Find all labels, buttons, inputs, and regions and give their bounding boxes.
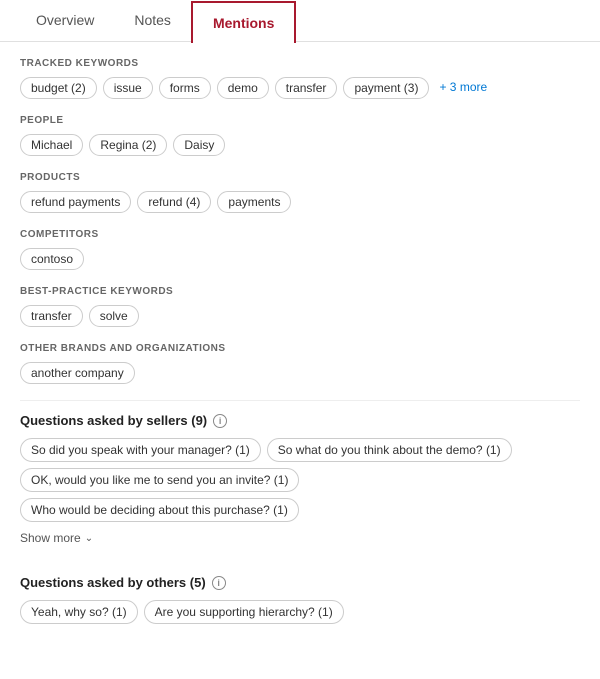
tag-forms[interactable]: forms: [159, 77, 211, 99]
questions-sellers-title: Questions asked by sellers (9): [20, 413, 207, 428]
mentions-content: TRACKED KEYWORDS budget (2) issue forms …: [0, 42, 600, 656]
section-people: PEOPLE Michael Regina (2) Daisy: [20, 115, 580, 156]
tab-overview[interactable]: Overview: [16, 0, 114, 42]
competitors-tags: contoso: [20, 248, 580, 270]
tracked-keywords-tags: budget (2) issue forms demo transfer pay…: [20, 77, 580, 99]
tag-demo[interactable]: demo: [217, 77, 269, 99]
tag-solve[interactable]: solve: [89, 305, 139, 327]
section-products: PRODUCTS refund payments refund (4) paym…: [20, 172, 580, 213]
sellers-question-tags: So did you speak with your manager? (1) …: [20, 438, 580, 522]
questions-others-info-icon[interactable]: i: [212, 576, 226, 590]
tag-refund-payments[interactable]: refund payments: [20, 191, 131, 213]
q-tag-supporting-hierarchy[interactable]: Are you supporting hierarchy? (1): [144, 600, 344, 624]
questions-sellers-header: Questions asked by sellers (9) i: [20, 413, 580, 428]
questions-others-title: Questions asked by others (5): [20, 575, 206, 590]
section-competitors: COMPETITORS contoso: [20, 229, 580, 270]
section-other-brands: OTHER BRANDS AND ORGANIZATIONS another c…: [20, 343, 580, 384]
tag-payments[interactable]: payments: [217, 191, 291, 213]
section-best-practice: BEST-PRACTICE KEYWORDS transfer solve: [20, 286, 580, 327]
tag-payment[interactable]: payment (3): [343, 77, 429, 99]
q-tag-speak-manager[interactable]: So did you speak with your manager? (1): [20, 438, 261, 462]
show-more-label: Show more: [20, 531, 81, 545]
tag-issue[interactable]: issue: [103, 77, 153, 99]
best-practice-label: BEST-PRACTICE KEYWORDS: [20, 286, 580, 297]
tag-transfer[interactable]: transfer: [275, 77, 338, 99]
products-tags: refund payments refund (4) payments: [20, 191, 580, 213]
q-tag-think-demo[interactable]: So what do you think about the demo? (1): [267, 438, 512, 462]
questions-sellers-info-icon[interactable]: i: [213, 414, 227, 428]
tag-budget[interactable]: budget (2): [20, 77, 97, 99]
best-practice-tags: transfer solve: [20, 305, 580, 327]
people-tags: Michael Regina (2) Daisy: [20, 134, 580, 156]
q-tag-yeah-why[interactable]: Yeah, why so? (1): [20, 600, 138, 624]
q-tag-send-invite[interactable]: OK, would you like me to send you an inv…: [20, 468, 299, 492]
section-questions-sellers: Questions asked by sellers (9) i So did …: [20, 413, 580, 559]
people-label: PEOPLE: [20, 115, 580, 126]
other-brands-tags: another company: [20, 362, 580, 384]
tag-another-company[interactable]: another company: [20, 362, 135, 384]
show-more-button[interactable]: Show more ⌄: [20, 531, 93, 545]
tab-notes[interactable]: Notes: [114, 0, 191, 42]
questions-others-header: Questions asked by others (5) i: [20, 575, 580, 590]
other-brands-label: OTHER BRANDS AND ORGANIZATIONS: [20, 343, 580, 354]
tag-regina[interactable]: Regina (2): [89, 134, 167, 156]
tag-transfer-bp[interactable]: transfer: [20, 305, 83, 327]
chevron-down-icon: ⌄: [85, 533, 93, 544]
competitors-label: COMPETITORS: [20, 229, 580, 240]
divider-1: [20, 400, 580, 401]
others-question-tags: Yeah, why so? (1) Are you supporting hie…: [20, 600, 580, 624]
tag-michael[interactable]: Michael: [20, 134, 83, 156]
tab-mentions[interactable]: Mentions: [191, 1, 296, 43]
tab-bar: Overview Notes Mentions: [0, 0, 600, 42]
tag-refund[interactable]: refund (4): [137, 191, 211, 213]
tag-daisy[interactable]: Daisy: [173, 134, 225, 156]
tag-contoso[interactable]: contoso: [20, 248, 84, 270]
tracked-keywords-label: TRACKED KEYWORDS: [20, 58, 580, 69]
more-tags-link[interactable]: + 3 more: [435, 77, 491, 99]
section-tracked-keywords: TRACKED KEYWORDS budget (2) issue forms …: [20, 58, 580, 99]
section-questions-others: Questions asked by others (5) i Yeah, wh…: [20, 575, 580, 624]
q-tag-deciding-purchase[interactable]: Who would be deciding about this purchas…: [20, 498, 299, 522]
products-label: PRODUCTS: [20, 172, 580, 183]
